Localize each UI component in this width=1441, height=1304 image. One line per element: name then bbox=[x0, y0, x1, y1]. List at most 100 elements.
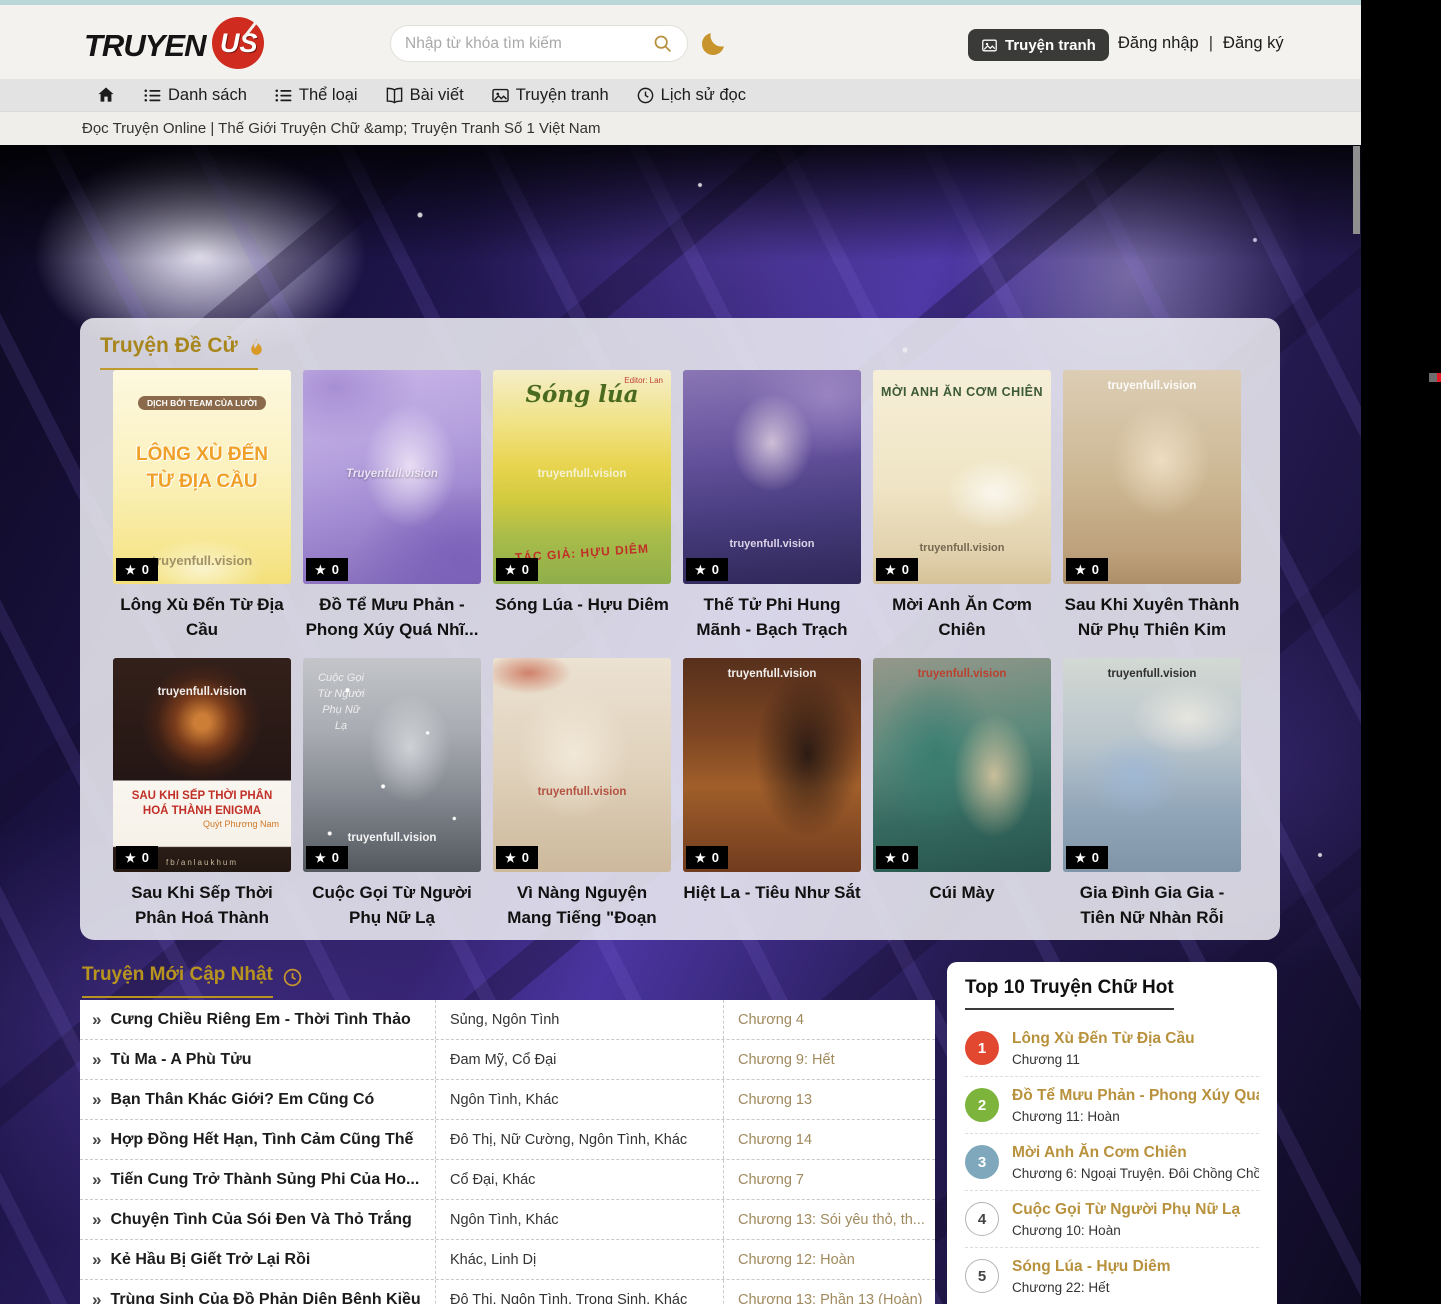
story-card[interactable]: Cuộc Gọi Từ Người Phụ Nữ Lạ truyenfull.v… bbox=[303, 658, 481, 934]
story-link[interactable]: »Tù Ma - A Phù Tửu bbox=[80, 1050, 435, 1070]
story-card[interactable]: MỜI ANH ĂN CƠM CHIÊN truyenfull.vision ★… bbox=[873, 370, 1051, 646]
story-title[interactable]: Cúi Mày bbox=[873, 880, 1051, 934]
chapter-link[interactable]: Chương 13: Phần 13 (Hoàn) bbox=[723, 1280, 935, 1304]
story-card[interactable]: truyenfull.vision ★0 Hiệt La - Tiêu Như … bbox=[683, 658, 861, 934]
recommended-section: Truyện Đề Cử DỊCH BỞI TEAM CỦA LƯỜI LÔNG… bbox=[80, 318, 1280, 940]
story-cover[interactable]: Truyenfull.vision ★0 bbox=[303, 370, 481, 584]
story-link[interactable]: »Tiến Cung Trở Thành Sủng Phi Của Ho... bbox=[80, 1170, 435, 1190]
story-title[interactable]: Sau Khi Xuyên Thành Nữ Phụ Thiên Kim Thậ… bbox=[1063, 592, 1241, 646]
story-title[interactable]: Thế Tử Phi Hung Mãnh - Bạch Trạch Tang..… bbox=[683, 592, 861, 646]
story-card[interactable]: truyenfull.vision SAU KHI SẾP THỜI PHÂN … bbox=[113, 658, 291, 934]
chapter-link[interactable]: Chương 12: Hoàn bbox=[723, 1240, 935, 1279]
image-icon bbox=[981, 37, 998, 54]
chapter-link[interactable]: Chương 13: Sói yêu thỏ, th... bbox=[723, 1200, 935, 1239]
page: TRUYEN US Truyện tranh Đăng nhập | Đăng … bbox=[0, 0, 1361, 1304]
story-link[interactable]: »Kẻ Hầu Bị Giết Trở Lại Rồi bbox=[80, 1250, 435, 1270]
rating-badge: ★0 bbox=[306, 846, 348, 869]
story-link[interactable]: »Hợp Đồng Hết Hạn, Tình Cảm Cũng Thế bbox=[80, 1130, 435, 1150]
chapter-link[interactable]: Chương 4 bbox=[723, 1000, 935, 1039]
story-card[interactable]: truyenfull.vision ★0 Cúi Mày bbox=[873, 658, 1051, 934]
rating-badge: ★0 bbox=[496, 558, 538, 581]
story-cover[interactable]: Cuộc Gọi Từ Người Phụ Nữ Lạ truyenfull.v… bbox=[303, 658, 481, 872]
nav-bai-viet[interactable]: Bài viết bbox=[385, 86, 464, 105]
top10-story-chapter: Chương 11: Hoàn bbox=[1012, 1109, 1259, 1124]
window-right-margin bbox=[1361, 0, 1441, 1304]
story-link[interactable]: »Cưng Chiều Riêng Em - Thời Tình Thảo bbox=[80, 1010, 435, 1030]
story-cover[interactable]: truyenfull.vision SAU KHI SẾP THỜI PHÂN … bbox=[113, 658, 291, 872]
top10-story-title[interactable]: Cuộc Gọi Từ Người Phụ Nữ Lạ bbox=[1012, 1200, 1259, 1219]
dark-mode-moon-icon[interactable] bbox=[700, 29, 730, 59]
top10-story-title[interactable]: Mời Anh Ăn Cơm Chiên bbox=[1012, 1143, 1259, 1162]
main-nav: Danh sách Thể loại Bài viết Truyện tranh… bbox=[0, 79, 1361, 112]
cover-title-text: SAU KHI SẾP THỜI PHÂN HOÁ THÀNH ENIGMA bbox=[113, 789, 291, 819]
nav-lich-su-doc[interactable]: Lịch sử đọc bbox=[636, 86, 746, 105]
story-title[interactable]: Lông Xù Đến Từ Địa Cầu bbox=[113, 592, 291, 646]
rank-badge: 2 bbox=[965, 1088, 999, 1122]
logo-text: TRUYEN bbox=[84, 28, 205, 64]
latest-updates-table: »Cưng Chiều Riêng Em - Thời Tình Thảo Sủ… bbox=[80, 1000, 935, 1304]
top10-story-title[interactable]: Đồ Tể Mưu Phản - Phong Xúy Quá ... bbox=[1012, 1086, 1259, 1105]
story-cover[interactable]: truyenfull.vision ★0 bbox=[493, 658, 671, 872]
search-input[interactable] bbox=[405, 35, 652, 53]
story-cover[interactable]: truyenfull.vision ★0 bbox=[683, 658, 861, 872]
story-card[interactable]: truyenfull.vision ★0 Sau Khi Xuyên Thành… bbox=[1063, 370, 1241, 646]
story-title[interactable]: Cuộc Gọi Từ Người Phụ Nữ Lạ bbox=[303, 880, 481, 934]
comics-button[interactable]: Truyện tranh bbox=[968, 29, 1109, 61]
story-card[interactable]: Truyenfull.vision ★0 Đồ Tể Mưu Phản - Ph… bbox=[303, 370, 481, 646]
story-link[interactable]: »Bạn Thân Khác Giới? Em Cũng Có bbox=[80, 1090, 435, 1110]
rating-badge: ★0 bbox=[496, 846, 538, 869]
story-cover[interactable]: truyenfull.vision ★0 bbox=[873, 658, 1051, 872]
top10-story-title[interactable]: Sóng Lúa - Hựu Diêm bbox=[1012, 1257, 1259, 1276]
story-title[interactable]: Mời Anh Ăn Cơm Chiên bbox=[873, 592, 1051, 646]
search-icon[interactable] bbox=[652, 33, 673, 54]
story-card[interactable]: Editor: Lan Sóng lúa truyenfull.vision T… bbox=[493, 370, 671, 646]
top10-list: 1 Lông Xù Đến Từ Địa Cầu Chương 11 2 Đồ … bbox=[965, 1020, 1259, 1304]
genre-cell: Đô Thị, Ngôn Tình, Trọng Sinh, Khác bbox=[435, 1280, 723, 1304]
story-title[interactable]: Gia Đình Gia Gia - Tiên Nữ Nhàn Rỗi Đến … bbox=[1063, 880, 1241, 934]
nav-the-loai[interactable]: Thể loại bbox=[274, 86, 358, 105]
nav-truyen-tranh[interactable]: Truyện tranh bbox=[491, 86, 609, 105]
story-card[interactable]: truyenfull.vision ★0 Thế Tử Phi Hung Mãn… bbox=[683, 370, 861, 646]
story-cover[interactable]: Editor: Lan Sóng lúa truyenfull.vision T… bbox=[493, 370, 671, 584]
story-cover[interactable]: truyenfull.vision ★0 bbox=[1063, 370, 1241, 584]
chapter-link[interactable]: Chương 9: Hết bbox=[723, 1040, 935, 1079]
chapter-link[interactable]: Chương 14 bbox=[723, 1120, 935, 1159]
login-link[interactable]: Đăng nhập bbox=[1118, 34, 1199, 53]
scrollbar-thumb[interactable] bbox=[1353, 146, 1360, 234]
story-link[interactable]: »Chuyện Tình Của Sói Đen Và Thỏ Trắng bbox=[80, 1210, 435, 1230]
table-row: »Kẻ Hầu Bị Giết Trở Lại Rồi Khác, Linh D… bbox=[80, 1240, 935, 1280]
cover-watermark: Truyenfull.vision bbox=[303, 468, 481, 480]
top10-story-title[interactable]: Lông Xù Đến Từ Địa Cầu bbox=[1012, 1029, 1259, 1048]
top10-item[interactable]: 3 Mời Anh Ăn Cơm Chiên Chương 6: Ngoại T… bbox=[965, 1134, 1259, 1191]
story-title[interactable]: Vì Nàng Nguyện Mang Tiếng "Đoạn Tụ" bbox=[493, 880, 671, 934]
top10-item[interactable]: 2 Đồ Tể Mưu Phản - Phong Xúy Quá ... Chư… bbox=[965, 1077, 1259, 1134]
story-cover[interactable]: truyenfull.vision ★0 bbox=[683, 370, 861, 584]
top10-item[interactable]: 4 Cuộc Gọi Từ Người Phụ Nữ Lạ Chương 10:… bbox=[965, 1191, 1259, 1248]
story-cover[interactable]: DỊCH BỞI TEAM CỦA LƯỜI LÔNG XÙ ĐẾN TỪ ĐỊ… bbox=[113, 370, 291, 584]
chevron-right-icon: » bbox=[92, 1050, 101, 1070]
story-title[interactable]: Hiệt La - Tiêu Như Sắt bbox=[683, 880, 861, 934]
nav-danh-sach[interactable]: Danh sách bbox=[143, 86, 247, 105]
story-card[interactable]: DỊCH BỞI TEAM CỦA LƯỜI LÔNG XÙ ĐẾN TỪ ĐỊ… bbox=[113, 370, 291, 646]
register-link[interactable]: Đăng ký bbox=[1223, 34, 1284, 53]
story-cover[interactable]: truyenfull.vision ★0 bbox=[1063, 658, 1241, 872]
site-tagline: Đọc Truyện Online | Thế Giới Truyện Chữ … bbox=[0, 112, 1361, 145]
story-title[interactable]: Sóng Lúa - Hựu Diêm bbox=[493, 592, 671, 646]
story-cover[interactable]: MỜI ANH ĂN CƠM CHIÊN truyenfull.vision ★… bbox=[873, 370, 1051, 584]
top10-item[interactable]: 5 Sóng Lúa - Hựu Diêm Chương 22: Hết bbox=[965, 1248, 1259, 1304]
site-logo[interactable]: TRUYEN US bbox=[84, 17, 274, 69]
chevron-right-icon: » bbox=[92, 1130, 101, 1150]
chapter-link[interactable]: Chương 13 bbox=[723, 1080, 935, 1119]
story-card[interactable]: truyenfull.vision ★0 Gia Đình Gia Gia - … bbox=[1063, 658, 1241, 934]
cover-watermark: truyenfull.vision bbox=[683, 538, 861, 550]
search-bar[interactable] bbox=[390, 25, 688, 62]
story-card[interactable]: truyenfull.vision ★0 Vì Nàng Nguyện Mang… bbox=[493, 658, 671, 934]
top10-item[interactable]: 1 Lông Xù Đến Từ Địa Cầu Chương 11 bbox=[965, 1020, 1259, 1077]
cover-banner-text: Quýt Phương Nam bbox=[113, 819, 291, 829]
chapter-link[interactable]: Chương 7 bbox=[723, 1160, 935, 1199]
star-icon: ★ bbox=[885, 563, 896, 577]
story-title[interactable]: Sau Khi Sếp Thời Phân Hoá Thành Enigma bbox=[113, 880, 291, 934]
story-title[interactable]: Đồ Tể Mưu Phản - Phong Xúy Quá Nhĩ... bbox=[303, 592, 481, 646]
nav-home[interactable] bbox=[96, 85, 116, 105]
story-link[interactable]: »Trùng Sinh Của Đồ Phản Diện Bệnh Kiều bbox=[80, 1290, 435, 1304]
